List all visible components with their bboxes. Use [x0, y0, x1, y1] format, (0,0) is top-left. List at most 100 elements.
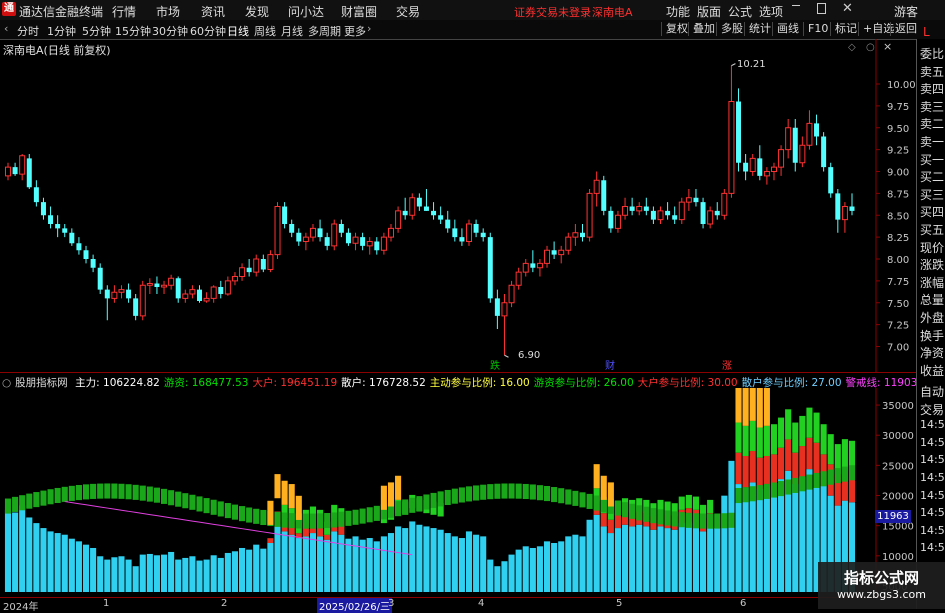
menu-item-trade[interactable]: 交易 — [396, 3, 420, 20]
candle-body[interactable] — [814, 123, 820, 137]
candle-body[interactable] — [12, 167, 18, 175]
side-item[interactable]: 买一 — [920, 151, 944, 168]
candle-body[interactable] — [487, 237, 493, 299]
candle-body[interactable] — [302, 236, 309, 242]
candle-body[interactable] — [282, 206, 288, 225]
candle-body[interactable] — [643, 206, 649, 211]
side-item[interactable]: 换手 — [920, 327, 944, 344]
candle-body[interactable] — [693, 197, 699, 203]
candle-body[interactable] — [650, 210, 656, 220]
candle-body[interactable] — [83, 250, 89, 259]
candle-body[interactable] — [309, 227, 316, 238]
side-lower-item[interactable]: 14:56 — [920, 489, 945, 502]
side-item[interactable]: 委比 — [920, 45, 944, 62]
candle-body[interactable] — [508, 284, 515, 304]
candle-body[interactable] — [770, 166, 777, 172]
menu-item-layout[interactable]: 版面 — [697, 3, 721, 20]
candle-body[interactable] — [352, 236, 359, 244]
candle-body[interactable] — [296, 232, 302, 242]
candle-body[interactable] — [168, 277, 175, 286]
candle-body[interactable] — [551, 250, 557, 255]
candle-body[interactable] — [849, 206, 855, 211]
side-item[interactable]: 买五 — [920, 221, 944, 238]
candle-body[interactable] — [792, 127, 798, 163]
candle-body[interactable] — [821, 136, 827, 168]
tab-period-weekly[interactable]: 周线 — [254, 23, 276, 39]
marker-down[interactable]: 跌 — [490, 357, 500, 372]
side-item[interactable]: 卖四 — [920, 80, 944, 97]
candle-body[interactable] — [175, 278, 181, 299]
candle-body[interactable] — [841, 206, 848, 221]
candle-body[interactable] — [657, 210, 664, 221]
candle-body[interactable] — [636, 206, 643, 212]
candle-body[interactable] — [239, 267, 246, 277]
candle-body[interactable] — [544, 249, 551, 264]
side-item[interactable]: 涨幅 — [920, 274, 944, 291]
side-item[interactable]: 卖一 — [920, 133, 944, 150]
candle-body[interactable] — [26, 158, 32, 188]
candle-body[interactable] — [90, 259, 96, 268]
menu-item-ask[interactable]: 问小达 — [288, 3, 324, 20]
candle-body[interactable] — [536, 262, 543, 269]
candle-body[interactable] — [685, 197, 692, 203]
side-item[interactable]: 卖三 — [920, 98, 944, 115]
candle-body[interactable] — [530, 263, 536, 268]
candle-body[interactable] — [473, 224, 479, 233]
candle-body[interactable] — [118, 289, 125, 293]
button-mark[interactable]: 标记 — [830, 22, 861, 36]
candle-body[interactable] — [579, 232, 585, 238]
candle-body[interactable] — [274, 206, 281, 256]
side-item[interactable]: 净资 — [920, 344, 944, 361]
candle-body[interactable] — [62, 228, 68, 233]
candle-body[interactable] — [380, 236, 387, 251]
candle-body[interactable] — [480, 232, 486, 238]
candle-body[interactable] — [139, 284, 146, 317]
button-stats[interactable]: 统计 — [744, 22, 775, 36]
side-lower-item[interactable]: 14:56 — [920, 453, 945, 466]
candle-body[interactable] — [806, 122, 813, 146]
candle-body[interactable] — [196, 289, 202, 301]
candle-body[interactable] — [672, 215, 678, 220]
candle-body[interactable] — [565, 236, 572, 251]
candle-body[interactable] — [728, 101, 735, 194]
candle-body[interactable] — [714, 210, 720, 216]
candle-body[interactable] — [522, 262, 529, 273]
candle-body[interactable] — [749, 157, 756, 172]
minimize-icon[interactable] — [792, 5, 800, 6]
tab-period-60min[interactable]: 60分钟 — [190, 23, 226, 39]
candle-body[interactable] — [182, 293, 189, 299]
menu-item-formula[interactable]: 公式 — [728, 3, 752, 20]
candle-body[interactable] — [494, 298, 500, 316]
candle-body[interactable] — [402, 210, 408, 216]
side-item[interactable]: 买四 — [920, 203, 944, 220]
menu-item-news[interactable]: 资讯 — [201, 3, 225, 20]
candle-body[interactable] — [97, 267, 103, 290]
side-item[interactable]: 卖二 — [920, 115, 944, 132]
candle-body[interactable] — [593, 179, 600, 194]
button-multi-stock[interactable]: 多股 — [716, 22, 747, 36]
candle-body[interactable] — [76, 243, 82, 251]
side-panel-label[interactable]: L — [923, 25, 930, 39]
marker-up[interactable]: 涨 — [722, 357, 732, 372]
candle-body[interactable] — [210, 286, 217, 299]
indicator-chart[interactable]: 3500030000250002000015000100005000 — [0, 388, 916, 597]
candle-body[interactable] — [438, 215, 444, 220]
candle-body[interactable] — [104, 289, 110, 299]
candle-body[interactable] — [345, 232, 351, 244]
candle-body[interactable] — [515, 271, 522, 286]
candle-body[interactable] — [289, 224, 295, 233]
candle-body[interactable] — [55, 224, 61, 229]
tab-period-multi[interactable]: 多周期 — [308, 23, 341, 39]
candle-body[interactable] — [558, 249, 565, 256]
candle-body[interactable] — [246, 267, 252, 273]
candle-body[interactable] — [218, 287, 224, 294]
candle-body[interactable] — [828, 167, 834, 194]
button-overlay[interactable]: 叠加 — [688, 22, 719, 36]
restore-icon[interactable] — [817, 3, 826, 14]
candle-body[interactable] — [572, 232, 579, 238]
side-item[interactable]: 买三 — [920, 186, 944, 203]
candle-body[interactable] — [835, 193, 841, 220]
side-lower-item[interactable]: 交易 — [920, 401, 944, 418]
candle-body[interactable] — [33, 187, 39, 203]
candle-body[interactable] — [622, 206, 629, 216]
